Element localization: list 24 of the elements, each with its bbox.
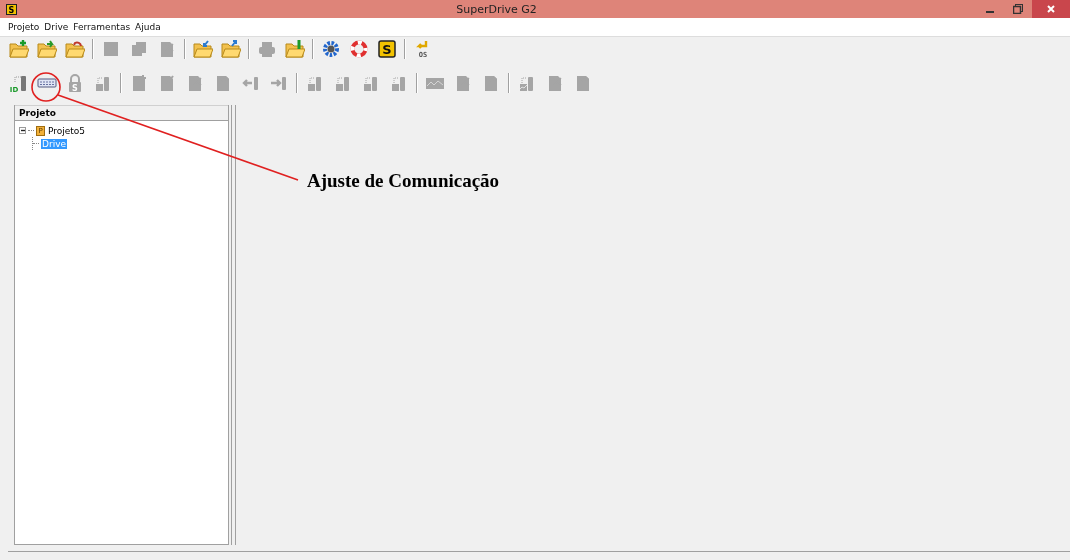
window-title: SuperDrive G2 (455, 2, 538, 16)
close-button[interactable] (1032, 0, 1070, 18)
folder-arrow-icon[interactable] (64, 38, 86, 60)
app-logo: S (6, 3, 17, 15)
logo-icon[interactable]: S (376, 38, 398, 60)
splitter[interactable] (231, 105, 236, 545)
menu-item[interactable]: Ajuda (135, 22, 161, 32)
tree-item[interactable]: Projeto5 (47, 125, 87, 136)
menu-item[interactable]: Projeto (8, 22, 40, 32)
lifebuoy-icon[interactable] (348, 38, 370, 60)
close-icon (1046, 4, 1056, 14)
minimize-icon (986, 11, 994, 13)
collapse-toggle[interactable] (19, 127, 26, 134)
callout-label: Ajuste de Comunicação (307, 170, 500, 192)
panel-title: Projeto (15, 105, 228, 121)
folder-arrow-icon[interactable] (192, 38, 214, 60)
gear-icon[interactable] (320, 38, 342, 60)
folder-plus-icon[interactable] (8, 38, 30, 60)
folder-arrow-icon[interactable] (36, 38, 58, 60)
menu-item[interactable]: Ferramentas (73, 22, 131, 32)
folder-arrow-icon[interactable] (220, 38, 242, 60)
menu-item[interactable]: Drive (44, 22, 69, 32)
folder-info-icon[interactable] (284, 38, 306, 60)
maximize-icon (1013, 4, 1023, 14)
